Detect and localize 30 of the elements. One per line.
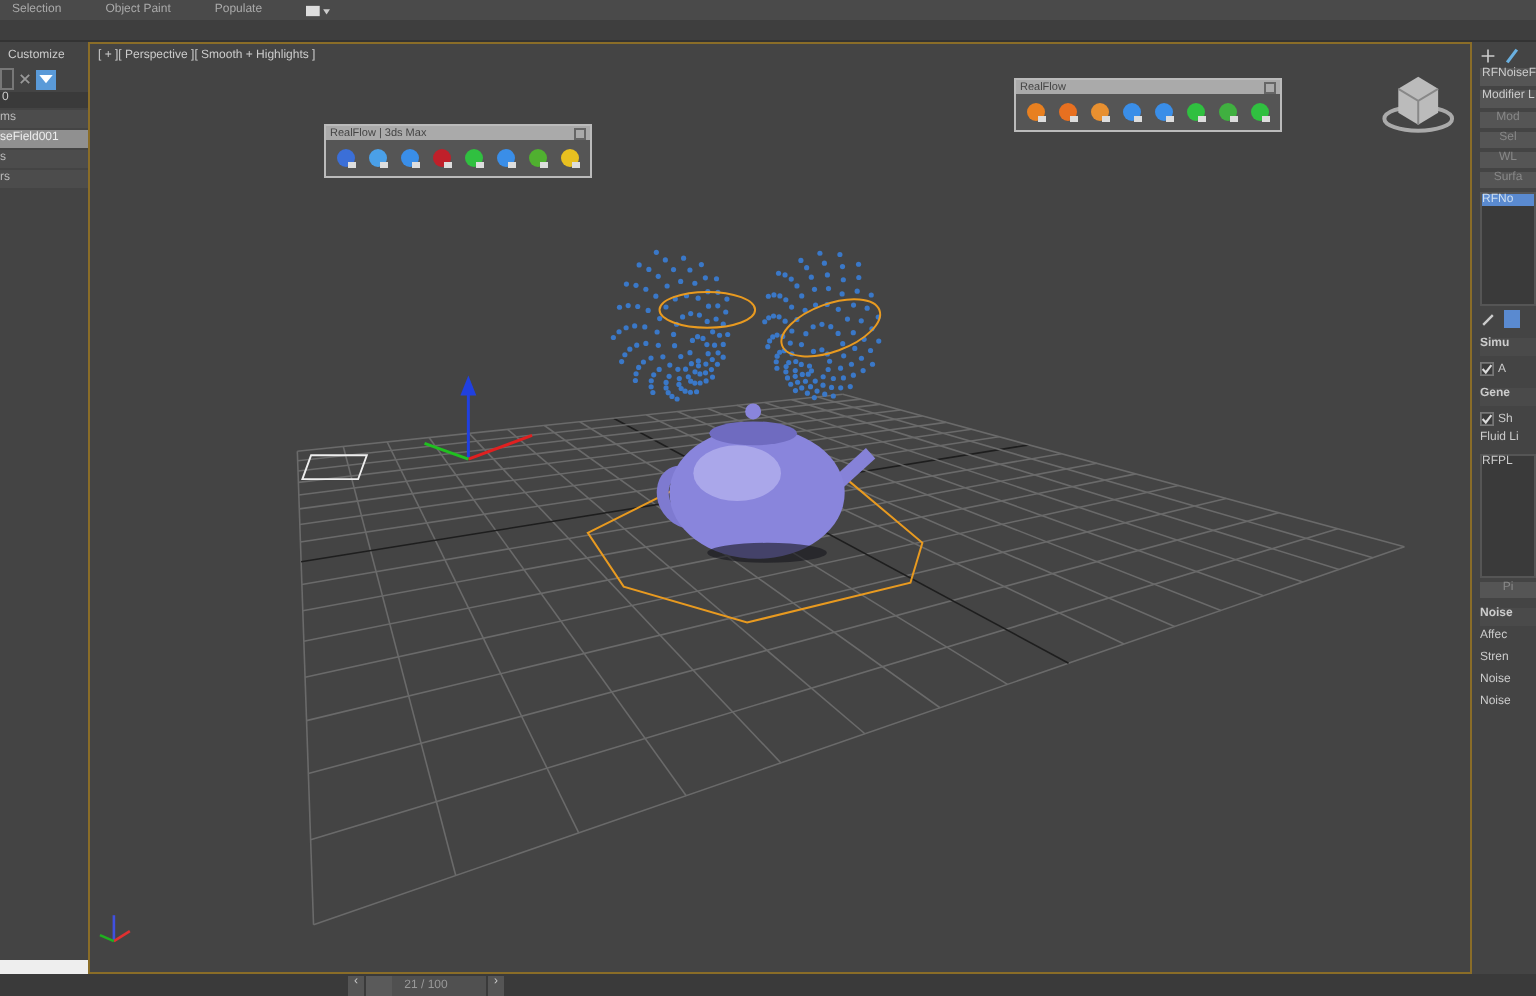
plugin-icon[interactable] bbox=[366, 146, 390, 170]
plugin-icon[interactable] bbox=[1248, 100, 1272, 124]
toolbar-close-button[interactable] bbox=[574, 127, 586, 139]
plugin-icon[interactable] bbox=[1120, 100, 1144, 124]
image-icon[interactable] bbox=[306, 3, 331, 17]
plugin-icon[interactable] bbox=[462, 146, 486, 170]
close-icon[interactable] bbox=[18, 72, 32, 86]
modify-icon[interactable] bbox=[1504, 48, 1520, 64]
plugin-icon[interactable] bbox=[430, 146, 454, 170]
plugin-icon[interactable] bbox=[1184, 100, 1208, 124]
plugin-icon[interactable] bbox=[494, 146, 518, 170]
checkbox[interactable] bbox=[1480, 362, 1494, 376]
filter-field[interactable] bbox=[0, 68, 14, 90]
explorer-scrollbar[interactable] bbox=[0, 960, 88, 974]
plugin-icon[interactable] bbox=[1056, 100, 1080, 124]
plugin-icon[interactable] bbox=[1216, 100, 1240, 124]
plugin-icon[interactable] bbox=[398, 146, 422, 170]
pin-icon[interactable] bbox=[1480, 311, 1496, 327]
plugin-icon[interactable] bbox=[1088, 100, 1112, 124]
plugin-icon[interactable] bbox=[526, 146, 550, 170]
checkbox[interactable] bbox=[1480, 412, 1494, 426]
view-cube-icon[interactable] bbox=[1382, 76, 1455, 133]
plugin-icon[interactable] bbox=[1152, 100, 1176, 124]
plus-icon[interactable] bbox=[1480, 48, 1496, 64]
toolbar-close-button[interactable] bbox=[1264, 81, 1276, 93]
filter-icon[interactable] bbox=[36, 69, 56, 89]
axis-tripod-icon bbox=[99, 915, 131, 943]
plugin-icon[interactable] bbox=[558, 146, 582, 170]
plugin-icon[interactable] bbox=[1024, 100, 1048, 124]
plugin-icon[interactable] bbox=[334, 146, 358, 170]
